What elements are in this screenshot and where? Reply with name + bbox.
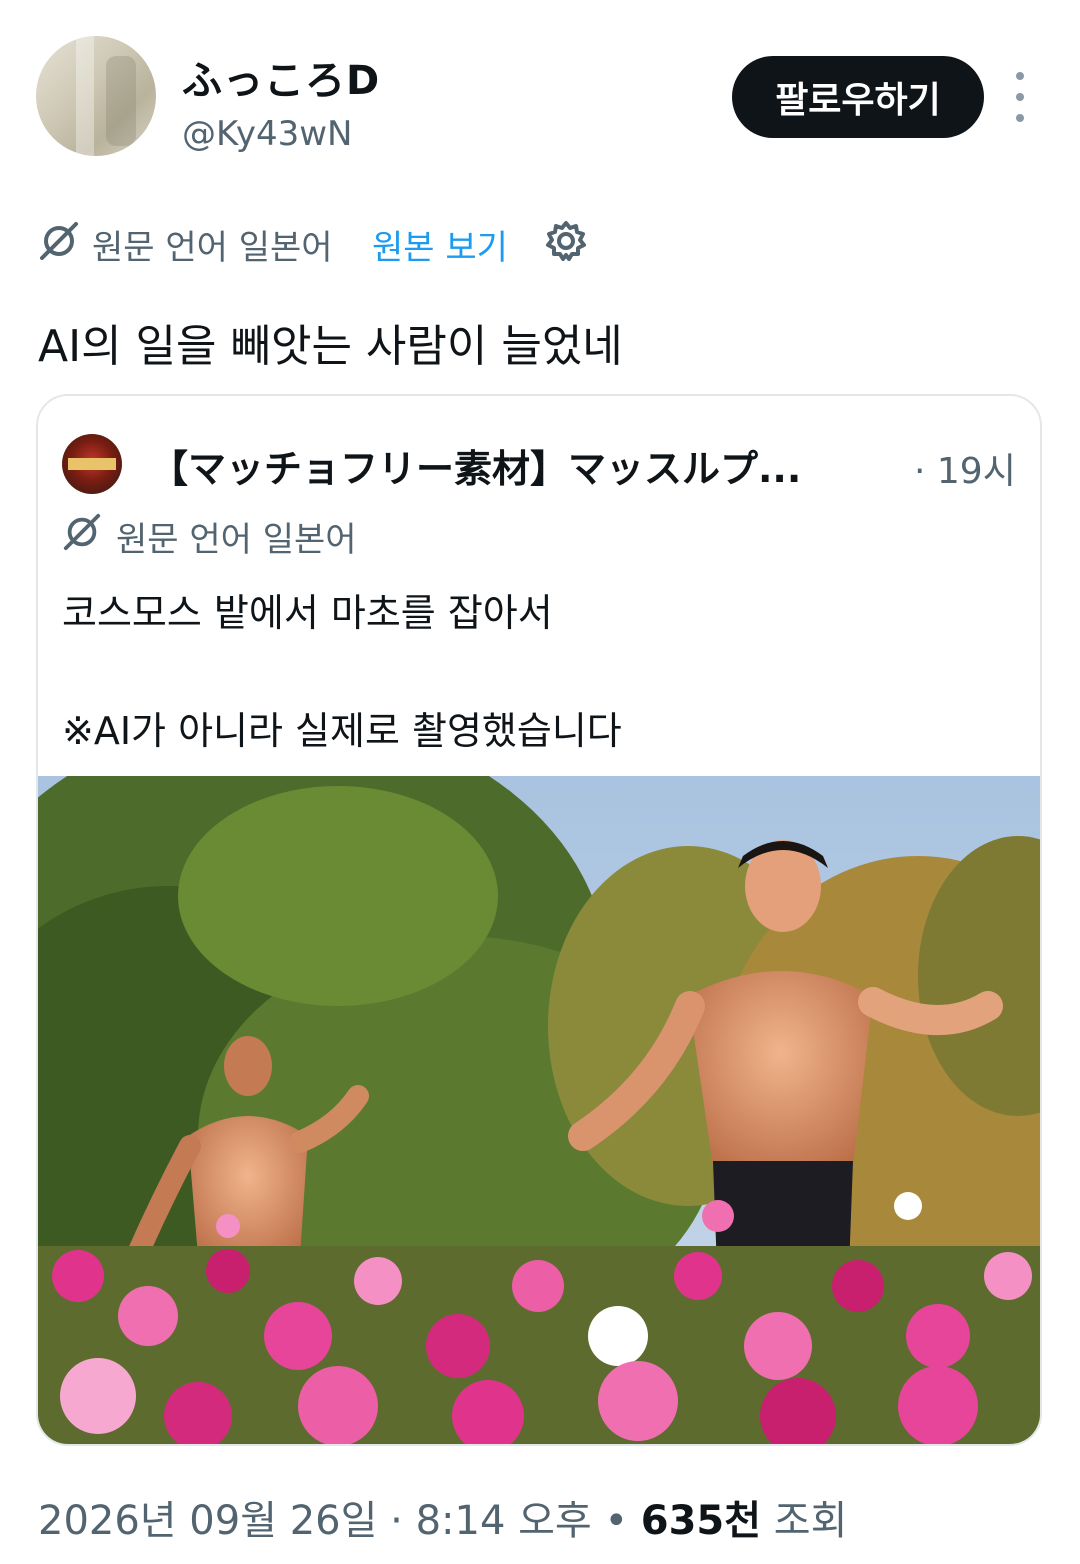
quoted-tweet-line-2: ※AI가 아니라 실제로 촬영했습니다 bbox=[62, 709, 622, 753]
quoted-tweet-time[interactable]: · 19시 bbox=[914, 442, 1016, 494]
quoted-tweet-card[interactable]: 【マッチョフリー素材】マッスルプ... · 19시 원문 언어 일본어 코스모스… bbox=[36, 394, 1042, 1446]
quoted-author-avatar[interactable] bbox=[62, 434, 122, 494]
source-language-label: 원문 언어 일본어 bbox=[92, 228, 333, 268]
view-original-link[interactable]: 원본 보기 bbox=[372, 220, 508, 269]
tweet-time[interactable]: · 8:14 오후 bbox=[390, 1498, 592, 1544]
translate-icon bbox=[40, 222, 78, 260]
quoted-tweet-photo[interactable] bbox=[38, 776, 1040, 1446]
tweet-text: AI의 일을 빼앗는 사람이 늘었네 bbox=[38, 321, 623, 372]
author-handle[interactable]: @Ky43wN bbox=[182, 114, 352, 154]
author-display-name[interactable]: ふっころD bbox=[182, 48, 380, 106]
tweet-meta: 2026년 09월 26일 · 8:14 오후 • 635천 조회 bbox=[38, 1488, 847, 1546]
author-avatar[interactable] bbox=[36, 36, 156, 156]
view-count: 635천 bbox=[640, 1498, 762, 1544]
view-count-label: 조회 bbox=[773, 1498, 848, 1544]
translate-icon bbox=[63, 513, 101, 551]
tweet-date[interactable]: 2026년 09월 26일 bbox=[38, 1498, 377, 1544]
more-options-icon[interactable] bbox=[1000, 72, 1040, 122]
follow-button[interactable]: 팔로우하기 bbox=[732, 56, 984, 138]
quoted-tweet-line-1: 코스모스 밭에서 마초를 잡아서 bbox=[62, 591, 553, 635]
quoted-source-language-label: 원문 언어 일본어 bbox=[116, 520, 357, 560]
quoted-author-name[interactable]: 【マッチョフリー素材】マッスルプ... bbox=[150, 438, 801, 493]
meta-separator: • bbox=[604, 1498, 641, 1544]
settings-gear-icon[interactable] bbox=[544, 219, 588, 263]
